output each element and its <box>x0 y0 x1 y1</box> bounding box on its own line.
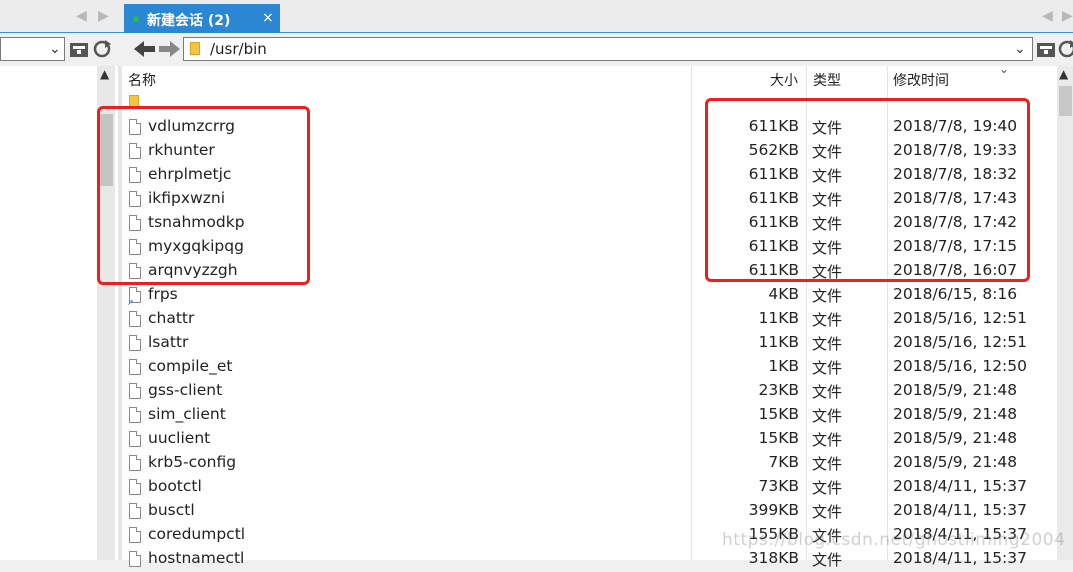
table-row[interactable]: compile_et 1KB 文件 2018/5/16, 12:50 <box>122 356 1057 380</box>
scroll-up-icon[interactable]: ▲ <box>1059 67 1068 81</box>
file-size: 399KB <box>748 501 799 519</box>
file-modified: 2018/6/15, 8:16 <box>893 285 1018 303</box>
file-icon <box>129 455 141 471</box>
file-modified: 2018/5/16, 12:50 <box>893 357 1027 375</box>
file-type: 文件 <box>812 287 843 305</box>
column-header-size[interactable]: 大小 <box>770 70 798 90</box>
remote-scrollbar[interactable] <box>1057 66 1073 560</box>
bookmark-icon[interactable] <box>69 40 89 58</box>
folder-icon <box>190 42 200 55</box>
connection-status-icon <box>133 16 139 22</box>
file-size: 1KB <box>768 357 799 375</box>
file-size: 318KB <box>748 549 799 567</box>
column-header-modified[interactable]: 修改时间 <box>893 70 949 90</box>
file-icon <box>129 383 141 399</box>
file-icon <box>129 479 141 495</box>
file-size: 73KB <box>758 477 799 495</box>
shortcut-arrow-icon: ↗ <box>127 298 134 307</box>
file-modified: 2018/5/16, 12:51 <box>893 333 1027 351</box>
remote-scrollbar-thumb[interactable] <box>1059 86 1072 116</box>
file-type: 文件 <box>812 335 843 353</box>
annotation-box-details <box>705 98 1030 282</box>
table-row[interactable]: sim_client 15KB 文件 2018/5/9, 21:48 <box>122 404 1057 428</box>
column-header-type[interactable]: 类型 <box>813 70 841 90</box>
file-type: 文件 <box>812 455 843 473</box>
tab-label: 新建会话 (2) <box>147 13 231 29</box>
table-row[interactable]: lsattr 11KB 文件 2018/5/16, 12:51 <box>122 332 1057 356</box>
tab-close-button[interactable]: × <box>262 10 274 26</box>
file-name: krb5-config <box>148 453 237 471</box>
file-modified: 2018/5/9, 21:48 <box>893 381 1018 399</box>
file-name: uuclient <box>148 429 211 447</box>
file-size: 7KB <box>768 453 799 471</box>
table-row[interactable]: uuclient 15KB 文件 2018/5/9, 21:48 <box>122 428 1057 452</box>
chevron-down-icon[interactable]: ⌄ <box>1014 41 1026 57</box>
local-path-combo[interactable]: ⌄ <box>0 37 65 61</box>
column-header-name[interactable]: 名称 <box>128 70 156 90</box>
file-modified: 2018/5/9, 21:48 <box>893 453 1018 471</box>
file-type: 文件 <box>812 311 843 329</box>
path-input[interactable]: /usr/bin <box>210 40 267 58</box>
file-modified: 2018/5/9, 21:48 <box>893 405 1018 423</box>
file-name: gss-client <box>148 381 223 399</box>
file-size: 15KB <box>758 405 799 423</box>
tab-scroll-right-icon[interactable]: ▶ <box>98 8 109 24</box>
file-size: 15KB <box>758 429 799 447</box>
file-type: 文件 <box>812 479 843 497</box>
file-name: chattr <box>148 309 195 327</box>
remote-path-combo[interactable]: /usr/bin ⌄ <box>183 37 1033 61</box>
table-row[interactable]: bootctl 73KB 文件 2018/4/11, 15:37 <box>122 476 1057 500</box>
tab-scroll-left-icon[interactable]: ◀ <box>76 8 87 24</box>
file-name: bootctl <box>148 477 202 495</box>
file-icon <box>129 431 141 447</box>
file-size: 4KB <box>768 285 799 303</box>
file-type: 文件 <box>812 431 843 449</box>
file-type: 文件 <box>812 383 843 401</box>
file-icon <box>129 335 141 351</box>
file-name: busctl <box>148 501 195 519</box>
file-modified: 2018/4/11, 15:37 <box>893 501 1027 519</box>
file-name: frps <box>148 285 178 303</box>
forward-arrow-icon[interactable] <box>159 40 181 58</box>
tab-scroll-right-right-pane-icon[interactable]: ▶ <box>1062 8 1073 24</box>
file-icon <box>129 551 141 567</box>
table-row[interactable]: krb5-config 7KB 文件 2018/5/9, 21:48 <box>122 452 1057 476</box>
bookmark-icon[interactable] <box>1036 40 1056 58</box>
tab-scroll-left-right-pane-icon[interactable]: ◀ <box>1042 8 1053 24</box>
sort-desc-icon: ⌄ <box>999 62 1010 76</box>
tab-session[interactable]: 新建会话 (2) × <box>124 4 280 33</box>
table-row[interactable]: busctl 399KB 文件 2018/4/11, 15:37 <box>122 500 1057 524</box>
chevron-down-icon[interactable]: ⌄ <box>49 41 61 57</box>
annotation-box-names <box>97 106 310 285</box>
refresh-icon[interactable] <box>1057 39 1073 59</box>
refresh-icon[interactable] <box>92 39 112 59</box>
file-modified: 2018/5/16, 12:51 <box>893 309 1027 327</box>
file-name: sim_client <box>148 405 226 423</box>
file-size: 23KB <box>758 381 799 399</box>
table-row[interactable]: chattr 11KB 文件 2018/5/16, 12:51 <box>122 308 1057 332</box>
table-row[interactable]: gss-client 23KB 文件 2018/5/9, 21:48 <box>122 380 1057 404</box>
file-name: compile_et <box>148 357 233 375</box>
table-row[interactable]: hostnamectl 318KB 文件 2018/4/11, 15:37 <box>122 548 1057 572</box>
file-icon <box>129 407 141 423</box>
file-type: 文件 <box>812 503 843 521</box>
file-icon <box>129 527 141 543</box>
file-modified: 2018/5/9, 21:48 <box>893 429 1018 447</box>
file-type: 文件 <box>812 359 843 377</box>
file-icon <box>129 311 141 327</box>
file-icon <box>129 359 141 375</box>
file-size: 11KB <box>758 309 799 327</box>
file-name: coredumpctl <box>148 525 246 543</box>
file-modified: 2018/4/11, 15:37 <box>893 549 1027 567</box>
watermark: https://blog.csdn.net/ghostliming2004 <box>722 530 1066 550</box>
back-arrow-icon[interactable] <box>134 40 156 58</box>
file-icon <box>129 503 141 519</box>
file-type: 文件 <box>812 407 843 425</box>
file-name: lsattr <box>148 333 189 351</box>
file-size: 11KB <box>758 333 799 351</box>
file-modified: 2018/4/11, 15:37 <box>893 477 1027 495</box>
scroll-up-icon[interactable]: ▲ <box>100 67 109 81</box>
table-row[interactable]: ↗ frps 4KB 文件 2018/6/15, 8:16 <box>122 284 1057 308</box>
file-name: hostnamectl <box>148 549 245 567</box>
